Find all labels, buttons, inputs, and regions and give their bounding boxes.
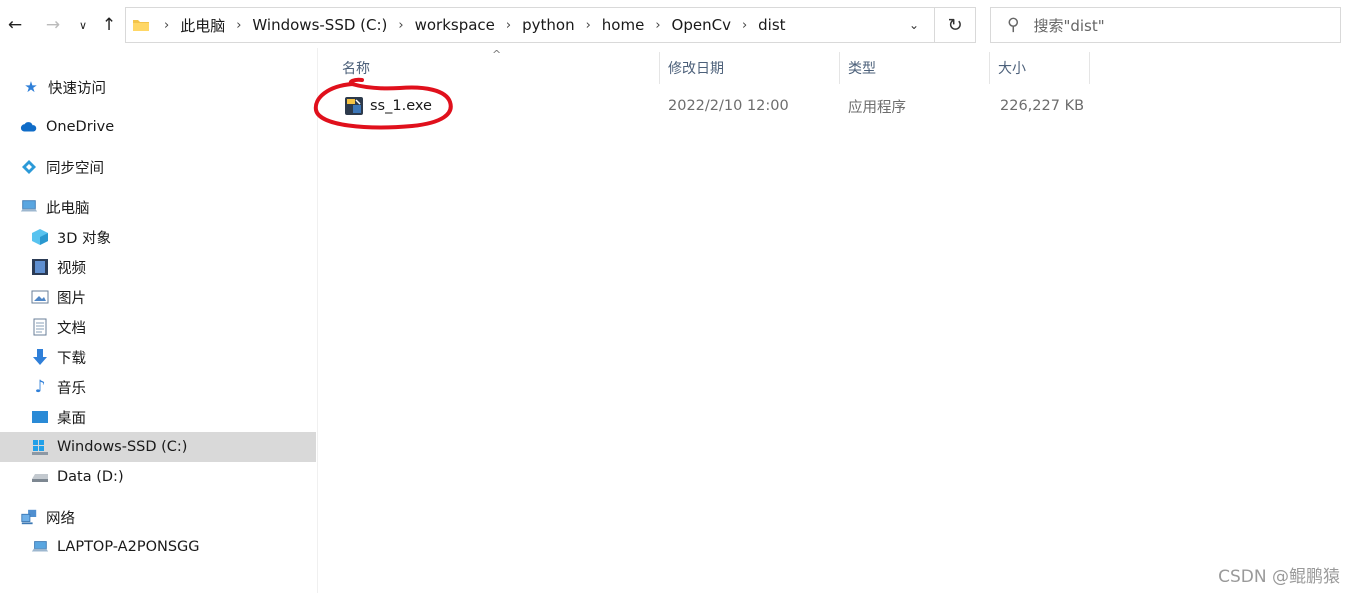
column-header-date[interactable]: 修改日期: [660, 52, 840, 84]
forward-button[interactable]: →: [42, 10, 64, 40]
column-header-type[interactable]: 类型: [840, 52, 990, 84]
sync-icon: [20, 158, 38, 176]
sidebar-item-desktop[interactable]: 桌面: [0, 402, 316, 432]
sidebar-item-label: 同步空间: [46, 160, 104, 177]
sidebar-item-pictures[interactable]: 图片: [0, 282, 316, 312]
sidebar-item-label: 图片: [57, 290, 86, 307]
sidebar-item-this-pc[interactable]: 此电脑: [0, 192, 316, 222]
cloud-icon: [20, 118, 38, 136]
refresh-icon: ↻: [947, 14, 963, 36]
sidebar-item-drive-d[interactable]: Data (D:): [0, 462, 316, 492]
breadcrumb-opencv[interactable]: OpenCv: [669, 16, 734, 34]
chevron-right-icon[interactable]: ›: [578, 18, 599, 33]
computer-icon: [20, 198, 38, 216]
document-icon: [31, 318, 49, 336]
file-type: 应用程序: [848, 99, 906, 116]
sidebar-item-label: 音乐: [57, 380, 86, 397]
chevron-right-icon[interactable]: ›: [734, 18, 755, 33]
chevron-down-icon: ∨: [78, 18, 88, 32]
star-icon: ★: [24, 78, 38, 96]
chevron-right-icon[interactable]: ›: [647, 18, 668, 33]
arrow-left-icon: ←: [7, 15, 23, 35]
address-history-button[interactable]: ⌄: [894, 8, 934, 42]
address-bar[interactable]: › 此电脑 › Windows-SSD (C:) › workspace › p…: [125, 7, 976, 43]
chevron-right-icon: ›: [164, 17, 170, 33]
chevron-right-icon[interactable]: ›: [498, 18, 519, 33]
cube-icon: [31, 228, 49, 246]
sidebar-item-label: Windows-SSD (C:): [57, 439, 188, 455]
windows-drive-icon: [31, 438, 49, 456]
back-button[interactable]: ←: [4, 10, 26, 40]
sidebar-item-network[interactable]: 网络: [0, 502, 316, 532]
sidebar-item-label: OneDrive: [46, 119, 115, 135]
breadcrumb-drive-c[interactable]: Windows-SSD (C:): [249, 16, 390, 34]
column-header-label: 修改日期: [668, 61, 724, 77]
breadcrumb-python[interactable]: python: [519, 16, 577, 34]
column-header-label: 类型: [848, 61, 876, 77]
annotation-circle: [313, 77, 453, 130]
breadcrumb-workspace[interactable]: workspace: [412, 16, 498, 34]
sidebar-item-label: 快速访问: [48, 80, 106, 97]
sidebar-item-music[interactable]: ♪ 音乐: [0, 372, 316, 402]
network-icon: [20, 508, 38, 526]
sidebar-item-label: 桌面: [57, 410, 86, 427]
sidebar-item-label: 网络: [46, 510, 75, 527]
sidebar-item-sync-space[interactable]: 同步空间: [0, 152, 316, 182]
sidebar-item-laptop[interactable]: LAPTOP-A2PONSGG: [0, 532, 316, 562]
sidebar-item-label: LAPTOP-A2PONSGG: [57, 539, 200, 555]
sidebar-item-drive-c[interactable]: Windows-SSD (C:): [0, 432, 316, 462]
recent-locations-button[interactable]: ∨: [74, 10, 92, 40]
watermark: CSDN @鲲鹏猿: [1218, 567, 1340, 587]
arrow-right-icon: →: [45, 15, 61, 35]
search-icon: ⚲: [1007, 15, 1020, 35]
chevron-right-icon[interactable]: ›: [390, 18, 411, 33]
sidebar-item-label: Data (D:): [57, 469, 124, 485]
picture-icon: [31, 288, 49, 306]
drive-icon: [31, 468, 49, 486]
folder-icon: [133, 20, 149, 31]
up-button[interactable]: ↑: [98, 10, 120, 40]
sidebar-item-label: 视频: [57, 260, 86, 277]
sidebar-item-label: 3D 对象: [57, 230, 111, 247]
computer-icon: [31, 538, 49, 556]
desktop-icon: [31, 408, 49, 426]
sidebar-item-label: 下载: [57, 350, 86, 367]
column-header-label: 大小: [998, 61, 1026, 77]
arrow-up-icon: ↑: [101, 15, 117, 35]
refresh-button[interactable]: ↻: [934, 8, 975, 42]
breadcrumb-this-pc[interactable]: 此电脑: [177, 15, 228, 36]
sidebar-item-videos[interactable]: 视频: [0, 252, 316, 282]
file-date: 2022/2/10 12:00: [668, 98, 789, 114]
search-input[interactable]: ⚲ 搜索"dist": [990, 7, 1341, 43]
breadcrumb: › 此电脑 › Windows-SSD (C:) › workspace › p…: [126, 8, 894, 42]
sidebar-item-label: 此电脑: [46, 200, 90, 217]
sidebar-item-3d-objects[interactable]: 3D 对象: [0, 222, 316, 252]
music-note-icon: ♪: [34, 377, 46, 397]
sidebar-item-documents[interactable]: 文档: [0, 312, 316, 342]
file-size: 226,227 KB: [1000, 98, 1085, 114]
column-header-size[interactable]: 大小: [990, 52, 1090, 84]
chevron-right-icon[interactable]: ›: [228, 18, 249, 33]
breadcrumb-home[interactable]: home: [599, 16, 648, 34]
chevron-down-icon: ⌄: [908, 18, 920, 32]
sidebar-item-quick-access[interactable]: ★ 快速访问: [0, 72, 316, 102]
column-header-label: 名称: [342, 61, 370, 77]
sidebar-item-downloads[interactable]: 下载: [0, 342, 316, 372]
sidebar-item-label: 文档: [57, 320, 86, 337]
breadcrumb-dist[interactable]: dist: [755, 16, 788, 34]
search-placeholder: 搜索"dist": [1033, 16, 1105, 35]
download-arrow-icon: [31, 348, 49, 366]
sidebar-item-onedrive[interactable]: OneDrive: [0, 112, 316, 142]
film-icon: [31, 258, 49, 276]
